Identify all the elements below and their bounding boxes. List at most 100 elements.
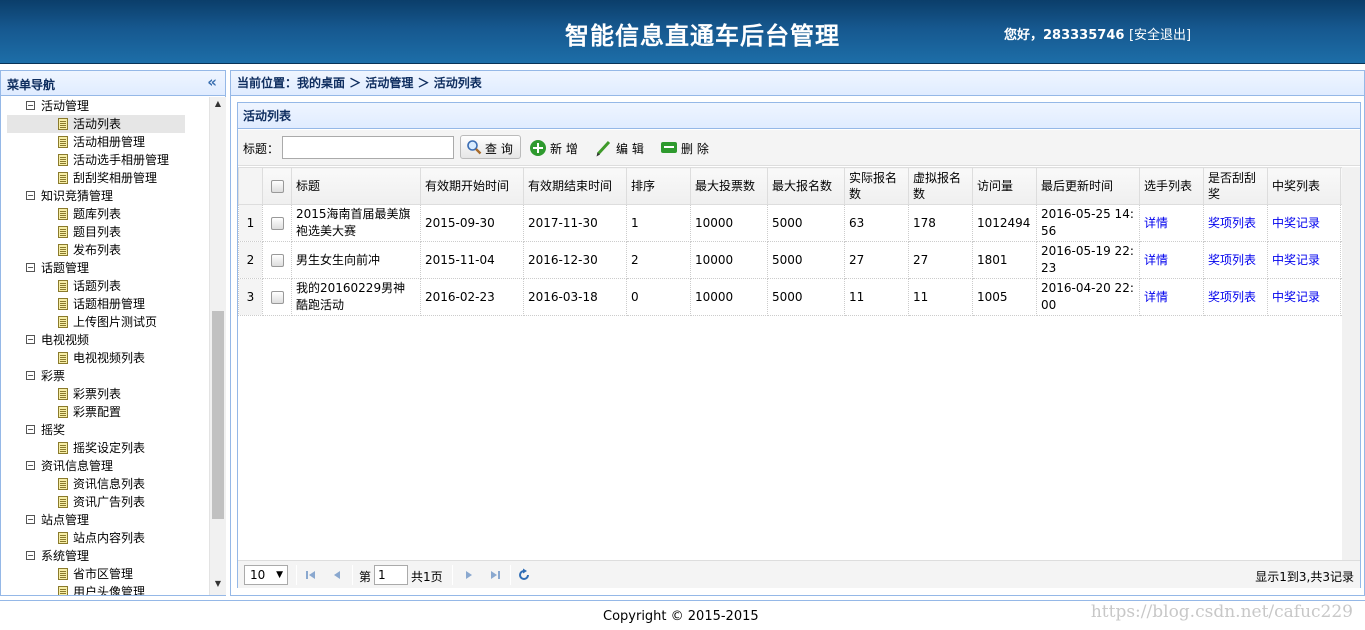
menu-item[interactable]: 站点内容列表 [1,529,209,547]
collapse-toggle-icon[interactable]: − [26,263,35,272]
row-checkbox[interactable] [270,216,284,230]
page-total-label: 共1页 [411,570,443,584]
column-header[interactable]: 有效期开始时间 [420,167,524,205]
menu-group[interactable]: − 活动管理 [1,97,209,115]
menu-group-label: 知识竞猜管理 [41,189,114,203]
menu-item[interactable]: 上传图片测试页 [1,313,209,331]
menu-item[interactable]: 彩票配置 [1,403,209,421]
dropdown-arrow-icon: ▼ [276,570,283,580]
prize-list-link[interactable]: 奖项列表 [1208,253,1256,267]
player-details-link[interactable]: 详情 [1144,290,1168,304]
page-size-select[interactable]: 10 ▼ [244,565,288,585]
menu-group[interactable]: − 彩票 [1,367,209,385]
double-chevron-left-icon[interactable]: « [207,73,217,91]
title-search-input[interactable] [282,136,454,159]
cell-sort: 0 [626,278,691,316]
menu-group-label: 系统管理 [41,549,90,563]
menu-group[interactable]: − 话题管理 [1,259,209,277]
menu-group[interactable]: − 知识竞猜管理 [1,187,209,205]
menu-item-label: 省市区管理 [73,567,134,581]
menu-group[interactable]: − 电视视频 [1,331,209,349]
next-page-icon[interactable] [462,568,476,582]
row-checkbox[interactable] [270,290,284,304]
document-icon [58,568,68,580]
delete-button[interactable]: 删 除 [661,139,717,157]
prev-page-icon[interactable] [330,568,344,582]
prize-list-link[interactable]: 奖项列表 [1208,290,1256,304]
collapse-toggle-icon[interactable]: − [26,425,35,434]
menu-group[interactable]: − 摇奖 [1,421,209,439]
scroll-down-arrow-icon[interactable]: ▼ [210,579,226,593]
menu-item[interactable]: 彩票列表 [1,385,209,403]
menu-item[interactable]: 活动选手相册管理 [1,151,209,169]
column-header[interactable]: 最大报名数 [767,167,845,205]
add-button[interactable]: 新 增 [530,139,586,157]
activity-table: 标题 有效期开始时间 有效期结束时间 排序 最大投票数 最大报名数 实际报名数 虚拟报名数 访问… [238,167,1350,316]
column-header[interactable]: 最大投票数 [690,167,768,205]
table-row[interactable]: 2 男生女生向前冲 2015-11-04 2016-12-30 2 10000 5000 27… [238,241,1350,279]
menu-item[interactable]: 话题列表 [1,277,209,295]
collapse-toggle-icon[interactable]: − [26,101,35,110]
row-number: 2 [238,241,263,279]
menu-item[interactable]: 题库列表 [1,205,209,223]
data-grid: 标题 有效期开始时间 有效期结束时间 排序 最大投票数 最大报名数 实际报名数 虚拟报名数 访问… [238,167,1360,560]
first-page-icon[interactable] [304,568,318,582]
collapse-toggle-icon[interactable]: − [26,371,35,380]
menu-item[interactable]: 电视视频列表 [1,349,209,367]
menu-item[interactable]: 题目列表 [1,223,209,241]
collapse-toggle-icon[interactable]: − [26,461,35,470]
refresh-icon[interactable] [517,568,531,582]
column-header[interactable]: 是否刮刮奖 [1203,167,1268,205]
menu-item-label: 活动列表 [73,117,122,131]
menu-item-label: 题目列表 [73,225,122,239]
collapse-toggle-icon[interactable]: − [26,515,35,524]
winner-records-link[interactable]: 中奖记录 [1272,216,1320,230]
row-checkbox[interactable] [270,253,284,267]
winner-records-link[interactable]: 中奖记录 [1272,253,1320,267]
menu-group[interactable]: − 资讯信息管理 [1,457,209,475]
prize-list-link[interactable]: 奖项列表 [1208,216,1256,230]
grid-scrollbar[interactable] [1342,167,1360,560]
column-header[interactable]: 最后更新时间 [1036,167,1140,205]
scrollbar-thumb[interactable] [212,311,224,519]
column-header[interactable]: 排序 [626,167,691,205]
column-header[interactable]: 访问量 [972,167,1037,205]
column-header[interactable]: 虚拟报名数 [908,167,973,205]
column-header[interactable]: 实际报名数 [844,167,909,205]
player-details-link[interactable]: 详情 [1144,216,1168,230]
collapse-toggle-icon[interactable]: − [26,191,35,200]
column-header[interactable]: 中奖列表 [1267,167,1341,205]
page-number-input[interactable] [374,565,408,585]
select-all-checkbox[interactable] [270,180,284,193]
menu-group[interactable]: − 站点管理 [1,511,209,529]
cell-visits: 1012494 [972,204,1037,242]
menu-item[interactable]: 发布列表 [1,241,209,259]
menu-item[interactable]: 摇奖设定列表 [1,439,209,457]
collapse-toggle-icon[interactable]: − [26,335,35,344]
collapse-toggle-icon[interactable]: − [26,551,35,560]
scroll-up-arrow-icon[interactable]: ▲ [210,99,226,113]
sidebar-scrollbar[interactable]: ▲ ▼ [209,97,226,595]
menu-item[interactable]: 资讯广告列表 [1,493,209,511]
menu-item[interactable]: 省市区管理 [1,565,209,583]
table-row[interactable]: 3 我的20160229男神酷跑活动 2016-02-23 2016-03-18 0 10… [238,278,1350,316]
column-header[interactable]: 有效期结束时间 [523,167,627,205]
menu-group[interactable]: − 系统管理 [1,547,209,565]
menu-item[interactable]: 活动相册管理 [1,133,209,151]
column-header[interactable]: 标题 [291,167,421,205]
menu-item[interactable]: 用户头像管理 [1,583,209,595]
player-details-link[interactable]: 详情 [1144,253,1168,267]
menu-item[interactable]: 资讯信息列表 [1,475,209,493]
column-header[interactable]: 选手列表 [1139,167,1204,205]
last-page-icon[interactable] [488,568,502,582]
edit-button[interactable]: 编 辑 [596,139,652,157]
winner-records-link[interactable]: 中奖记录 [1272,290,1320,304]
logout-link[interactable]: [安全退出] [1129,28,1191,43]
menu-item[interactable]: 刮刮奖相册管理 [1,169,209,187]
sidebar: 菜单导航 « − 活动管理 活动列表 活动相册管理 活动选手相册管理 刮刮奖相册管理 − 知识… [0,70,226,596]
query-button[interactable]: 查 询 [460,135,521,159]
menu-item-label: 活动相册管理 [73,135,146,149]
menu-item[interactable]: 话题相册管理 [1,295,209,313]
menu-item[interactable]: 活动列表 [7,115,185,133]
table-row[interactable]: 1 2015海南首届最美旗袍选美大赛 2015-09-30 2017-11-30 1 10… [238,204,1350,242]
